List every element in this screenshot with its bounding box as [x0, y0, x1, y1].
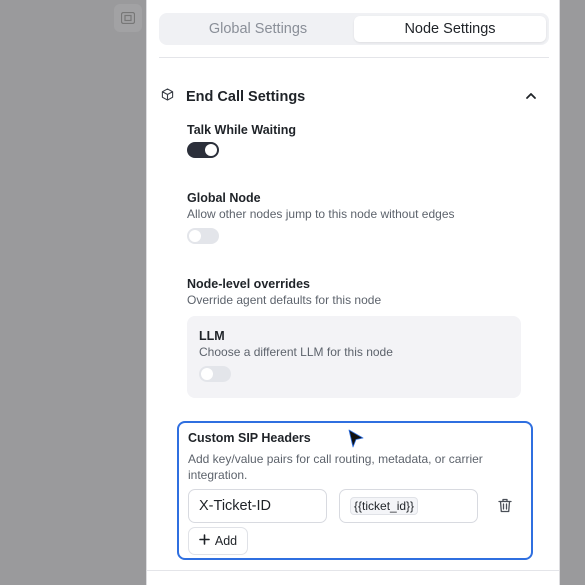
- node-overrides-description: Override agent defaults for this node: [187, 293, 382, 307]
- settings-tabs: Global Settings Node Settings: [159, 13, 549, 45]
- global-node-label: Global Node: [187, 191, 261, 205]
- tab-global-settings[interactable]: Global Settings: [162, 16, 354, 42]
- toggle-knob: [189, 230, 201, 242]
- global-node-toggle[interactable]: [187, 228, 219, 244]
- toggle-knob: [201, 368, 213, 380]
- tab-node-settings[interactable]: Node Settings: [354, 16, 546, 42]
- sip-header-value-input[interactable]: {{ticket_id}}: [339, 489, 478, 523]
- end-call-settings-header[interactable]: End Call Settings: [161, 86, 551, 108]
- llm-description: Choose a different LLM for this node: [199, 345, 393, 359]
- variable-chip: {{ticket_id}}: [350, 497, 419, 515]
- mouse-cursor-icon: [347, 429, 365, 454]
- settings-panel: Global Settings Node Settings End Call S…: [146, 0, 560, 585]
- plus-icon: [199, 534, 210, 548]
- add-header-button[interactable]: Add: [188, 527, 248, 555]
- llm-override-card: LLM Choose a different LLM for this node: [187, 316, 521, 398]
- canvas-node-icon[interactable]: [114, 4, 142, 32]
- llm-label: LLM: [199, 329, 225, 343]
- sip-headers-label: Custom SIP Headers: [188, 431, 311, 445]
- toggle-knob: [205, 144, 217, 156]
- add-header-label: Add: [214, 534, 238, 548]
- bottom-divider: [147, 570, 559, 571]
- llm-toggle[interactable]: [199, 366, 231, 382]
- global-node-description: Allow other nodes jump to this node with…: [187, 207, 455, 221]
- section-title: End Call Settings: [186, 89, 306, 105]
- sip-header-key-input[interactable]: X-Ticket-ID: [188, 489, 327, 523]
- talk-while-waiting-toggle[interactable]: [187, 142, 219, 158]
- talk-while-waiting-label: Talk While Waiting: [187, 123, 297, 137]
- cube-icon: [161, 88, 174, 106]
- chevron-up-icon[interactable]: [525, 89, 537, 107]
- trash-icon[interactable]: [498, 498, 512, 518]
- tabs-divider: [159, 57, 549, 58]
- sip-headers-description: Add key/value pairs for call routing, me…: [188, 452, 483, 482]
- node-overrides-label: Node-level overrides: [187, 277, 310, 291]
